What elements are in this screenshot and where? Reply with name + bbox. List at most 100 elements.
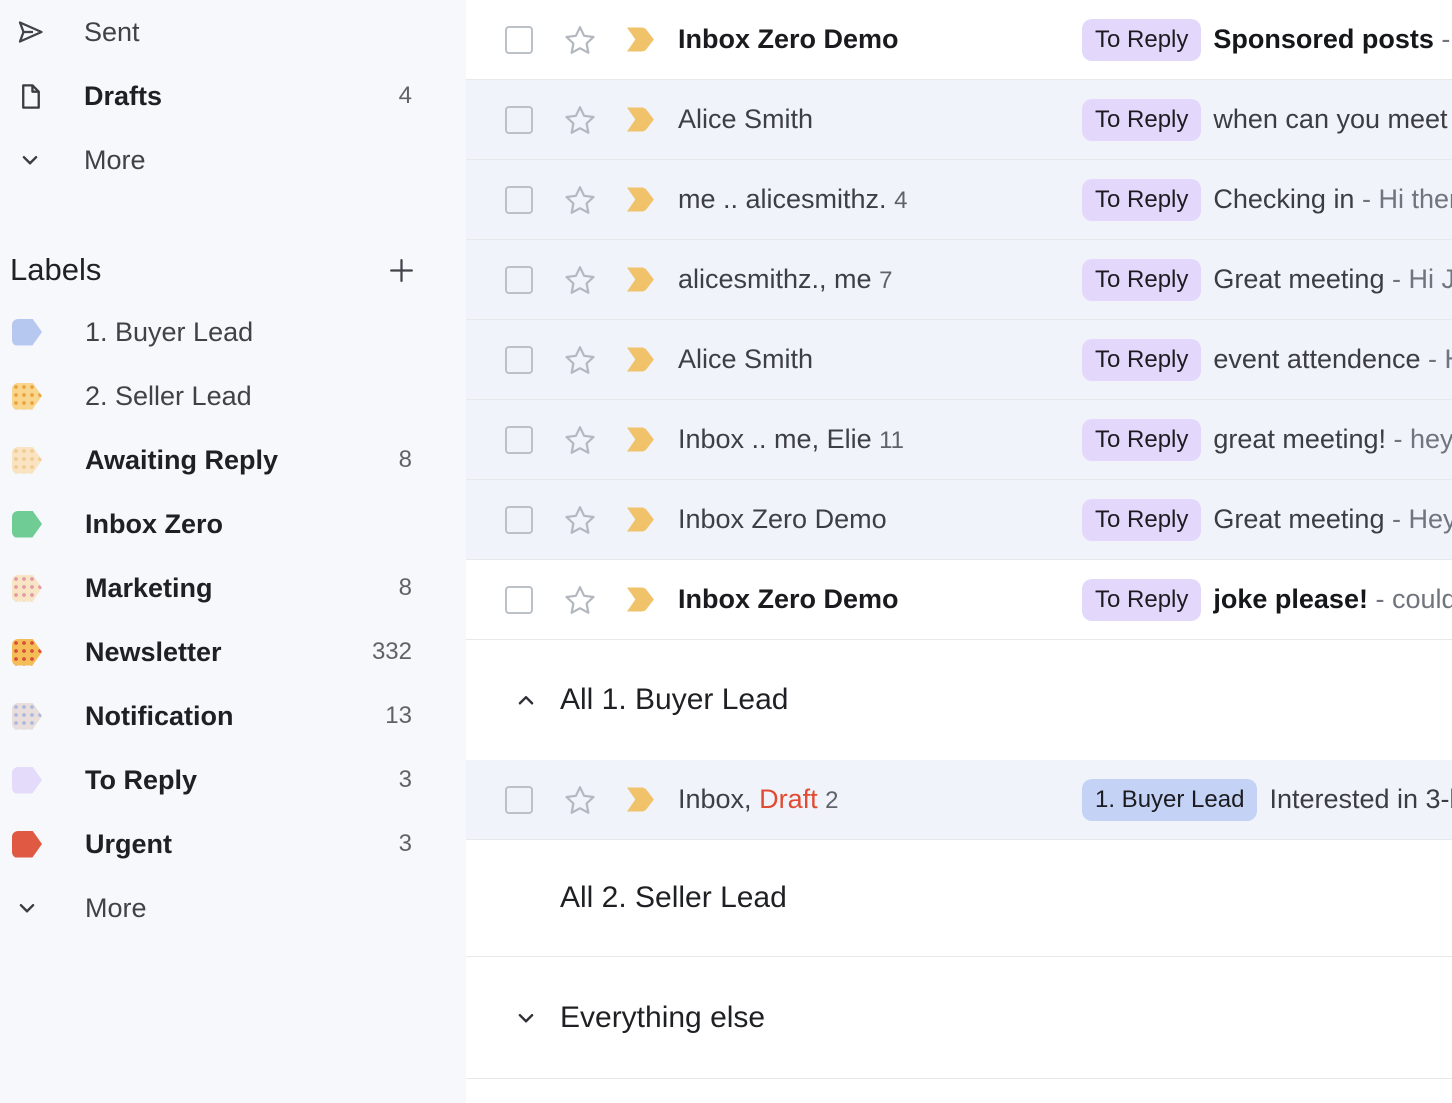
add-label-button[interactable] (385, 254, 418, 287)
email-row[interactable]: Inbox Zero Demo To Reply Sponsored posts… (466, 0, 1452, 80)
label-name: Awaiting Reply (85, 445, 278, 476)
label-tag-icon (12, 575, 42, 602)
importance-marker-icon[interactable] (625, 266, 657, 293)
label-name: Marketing (85, 573, 213, 604)
select-checkbox[interactable] (505, 106, 533, 134)
email-row[interactable]: Alice Smith To Reply when can you meet (466, 80, 1452, 160)
email-sender: Alice Smith (678, 344, 1082, 375)
sidebar-label-newsletter[interactable]: Newsletter 332 (0, 620, 466, 684)
email-sender: Inbox, Draft 2 (678, 784, 1082, 815)
select-checkbox[interactable] (505, 266, 533, 294)
email-row[interactable]: Inbox Zero Demo To Reply joke please! - … (466, 560, 1452, 640)
section-header-buyer-lead[interactable]: All 1. Buyer Lead (466, 640, 1452, 760)
email-row[interactable]: Inbox .. me, Elie 11 To Reply great meet… (466, 400, 1452, 480)
sidebar-item-drafts[interactable]: Drafts 4 (0, 64, 466, 128)
label-name: More (85, 893, 147, 924)
label-tag-icon (12, 831, 42, 858)
select-checkbox[interactable] (505, 186, 533, 214)
email-sender: alicesmithz., me 7 (678, 264, 1082, 295)
label-tag-icon (12, 511, 42, 538)
importance-marker-icon[interactable] (625, 346, 657, 373)
chevron-down-icon[interactable] (510, 1003, 542, 1033)
sidebar-label-marketing[interactable]: Marketing 8 (0, 556, 466, 620)
email-subject: Great meeting - Hi J (1213, 264, 1452, 295)
sidebar-item-label: Sent (84, 17, 140, 48)
plus-icon (385, 254, 418, 287)
label-badge[interactable]: To Reply (1082, 499, 1201, 541)
importance-marker-icon[interactable] (625, 506, 657, 533)
email-row[interactable]: me .. alicesmithz. 4 To Reply Checking i… (466, 160, 1452, 240)
star-icon[interactable] (563, 104, 597, 136)
label-badge[interactable]: To Reply (1082, 259, 1201, 301)
email-sender: Inbox .. me, Elie 11 (678, 424, 1082, 455)
email-sender: Inbox Zero Demo (678, 24, 1082, 55)
sidebar-item-more-top[interactable]: More (0, 128, 466, 192)
email-subject: Interested in 3-b (1269, 784, 1452, 815)
label-name: 2. Seller Lead (85, 381, 252, 412)
select-checkbox[interactable] (505, 786, 533, 814)
label-badge[interactable]: To Reply (1082, 179, 1201, 221)
star-icon[interactable] (563, 504, 597, 536)
label-tag-icon (12, 639, 42, 666)
email-subject: event attendence - H (1213, 344, 1452, 375)
email-row[interactable]: Alice Smith To Reply event attendence - … (466, 320, 1452, 400)
sidebar: Sent Drafts 4 More Labels 1. Buyer L (0, 0, 466, 1103)
email-row[interactable]: alicesmithz., me 7 To Reply Great meetin… (466, 240, 1452, 320)
sidebar-item-more-labels[interactable]: More (0, 876, 466, 940)
star-icon[interactable] (563, 24, 597, 56)
star-icon[interactable] (563, 344, 597, 376)
label-badge[interactable]: 1. Buyer Lead (1082, 779, 1257, 821)
sidebar-label-awaiting-reply[interactable]: Awaiting Reply 8 (0, 428, 466, 492)
chevron-up-icon[interactable] (510, 685, 542, 715)
select-checkbox[interactable] (505, 426, 533, 454)
select-checkbox[interactable] (505, 506, 533, 534)
sidebar-label-notification[interactable]: Notification 13 (0, 684, 466, 748)
importance-marker-icon[interactable] (625, 106, 657, 133)
label-badge[interactable]: To Reply (1082, 579, 1201, 621)
star-icon[interactable] (563, 424, 597, 456)
section-title: All 2. Seller Lead (560, 881, 787, 915)
select-checkbox[interactable] (505, 26, 533, 54)
label-tag-icon (12, 767, 42, 794)
section-header-everything-else[interactable]: Everything else (466, 957, 1452, 1079)
label-tag-icon (12, 447, 42, 474)
label-badge[interactable]: To Reply (1082, 99, 1201, 141)
importance-marker-icon[interactable] (625, 586, 657, 613)
star-icon[interactable] (563, 184, 597, 216)
label-name: To Reply (85, 765, 197, 796)
label-tag-icon (12, 383, 42, 410)
send-icon (13, 16, 47, 48)
sidebar-label-buyer-lead[interactable]: 1. Buyer Lead (0, 300, 466, 364)
importance-marker-icon[interactable] (625, 186, 657, 213)
importance-marker-icon[interactable] (625, 786, 657, 813)
label-badge[interactable]: To Reply (1082, 19, 1201, 61)
star-icon[interactable] (563, 784, 597, 816)
label-count: 332 (372, 638, 412, 666)
email-subject: Checking in - Hi ther (1213, 184, 1452, 215)
importance-marker-icon[interactable] (625, 426, 657, 453)
email-row-buyer-lead[interactable]: Inbox, Draft 2 1. Buyer Lead Interested … (466, 760, 1452, 840)
section-header-seller-lead[interactable]: All 2. Seller Lead (466, 840, 1452, 957)
star-icon[interactable] (563, 584, 597, 616)
email-subject: great meeting! - hey (1213, 424, 1452, 455)
draft-icon (13, 81, 47, 112)
select-checkbox[interactable] (505, 586, 533, 614)
email-sender: Inbox Zero Demo (678, 584, 1082, 615)
importance-marker-icon[interactable] (625, 26, 657, 53)
label-name: Newsletter (85, 637, 222, 668)
label-count: 3 (399, 766, 412, 794)
sidebar-label-to-reply[interactable]: To Reply 3 (0, 748, 466, 812)
sidebar-item-sent[interactable]: Sent (0, 0, 466, 64)
select-checkbox[interactable] (505, 346, 533, 374)
email-row[interactable]: Inbox Zero Demo To Reply Great meeting -… (466, 480, 1452, 560)
label-count: 8 (399, 574, 412, 602)
label-badge[interactable]: To Reply (1082, 339, 1201, 381)
sidebar-label-inbox-zero[interactable]: Inbox Zero (0, 492, 466, 556)
sidebar-label-urgent[interactable]: Urgent 3 (0, 812, 466, 876)
sidebar-label-seller-lead[interactable]: 2. Seller Lead (0, 364, 466, 428)
sidebar-item-count: 4 (399, 82, 412, 110)
label-count: 3 (399, 830, 412, 858)
label-badge[interactable]: To Reply (1082, 419, 1201, 461)
star-icon[interactable] (563, 264, 597, 296)
email-sender: Inbox Zero Demo (678, 504, 1082, 535)
